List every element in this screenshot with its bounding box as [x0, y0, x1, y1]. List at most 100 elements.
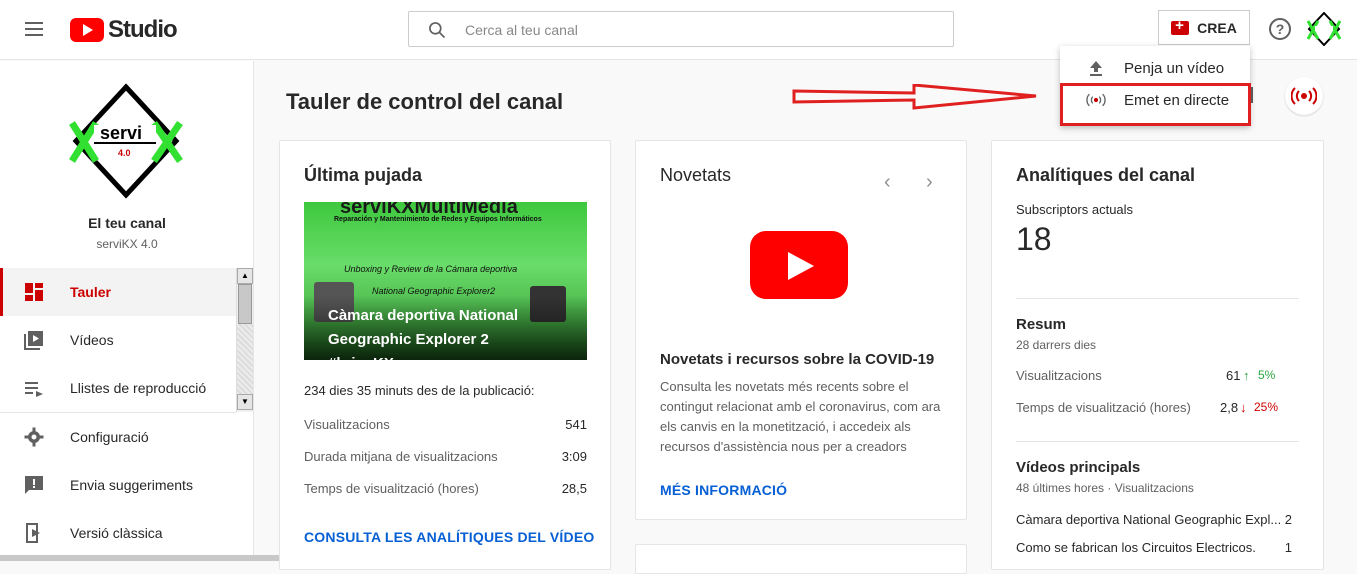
feedback-icon: [25, 476, 43, 494]
summary-value: 2,8: [1220, 400, 1239, 415]
more-info-link[interactable]: MÉS INFORMACIÓ: [660, 482, 787, 498]
channel-logo[interactable]: servi 4.0: [68, 83, 184, 199]
video-title: Càmara deportiva National Geographic Exp…: [328, 307, 519, 360]
summary-delta: 25%: [1254, 400, 1279, 414]
youtube-logo-icon: [70, 18, 104, 42]
svg-text:4.0: 4.0: [118, 148, 131, 158]
channel-name: serviKX 4.0: [96, 237, 158, 251]
card-title: Analítiques del canal: [1016, 165, 1196, 185]
top-videos-period: 48 últimes hores · Visualitzacions: [1016, 481, 1194, 495]
thumb-sub: Reparación y Mantenimiento de Redes y Eq…: [334, 216, 542, 223]
create-button[interactable]: CREA: [1158, 10, 1250, 45]
summary-delta: 5%: [1258, 368, 1276, 382]
sidebar-item-playlists[interactable]: Llistes de reproducció: [0, 364, 236, 412]
search-input[interactable]: [465, 19, 935, 41]
article-body: Consulta les novetats més recents sobre …: [660, 379, 941, 454]
scroll-thumb[interactable]: [238, 284, 252, 324]
summary-row: Visualitzacions 61 ↑ 5%: [1016, 368, 1281, 383]
subs-label: Subscriptors actuals: [1016, 202, 1134, 217]
summary-heading: Resum: [1016, 316, 1067, 333]
avatar[interactable]: [1306, 12, 1342, 46]
summary-label: Visualitzacions: [1016, 368, 1102, 383]
scroll-up-icon[interactable]: ▲: [237, 268, 253, 284]
chevron-left-icon[interactable]: ‹: [884, 171, 891, 194]
classic-icon: [26, 523, 40, 543]
sidebar-item-label: Versió clàssica: [70, 525, 163, 541]
stat-value: 3:09: [561, 449, 587, 464]
sidebar-scrollbar[interactable]: ▲ ▼: [236, 268, 253, 412]
create-label: CREA: [1197, 19, 1237, 36]
sidebar-item-label: Configuració: [70, 429, 149, 445]
since-published: 234 dies 35 minuts des de la publicació:: [304, 383, 535, 398]
chevron-right-icon[interactable]: ›: [926, 171, 933, 194]
scroll-down-icon[interactable]: ▼: [237, 394, 253, 410]
menu-item-upload-video[interactable]: Penja un vídeo: [1060, 52, 1250, 84]
sidebar-item-classic[interactable]: Versió clàssica: [0, 509, 236, 557]
stat-row: Visualitzacions 541: [304, 417, 587, 432]
help-icon[interactable]: ?: [1269, 18, 1291, 40]
gear-icon: [24, 427, 44, 447]
video-analytics-link[interactable]: CONSULTA LES ANALÍTIQUES DEL VÍDEO: [304, 529, 594, 545]
news-card-next: [635, 544, 967, 574]
sidebar-item-label: Vídeos: [70, 332, 114, 348]
live-icon: [1291, 87, 1317, 105]
stat-label: Durada mitjana de visualitzacions: [304, 449, 498, 464]
channel-analytics-card: Analítiques del canal Subscriptors actua…: [991, 140, 1324, 570]
annotation-arrow-icon: [792, 84, 1037, 110]
news-card: Novetats ‹ › Novetats i recursos sobre l…: [635, 140, 967, 520]
sidebar-item-settings[interactable]: Configuració: [0, 413, 236, 461]
sidebar-item-videos[interactable]: Vídeos: [0, 316, 236, 364]
scroll-track[interactable]: [237, 324, 253, 394]
sidebar-item-dashboard[interactable]: Tauler: [0, 268, 236, 316]
stat-label: Temps de visualització (hores): [304, 481, 479, 496]
arrow-down-icon: ↓: [1240, 400, 1247, 415]
highlight-box: [1060, 83, 1251, 126]
arrow-up-icon: ↑: [1243, 368, 1250, 383]
studio-logo[interactable]: Studio: [70, 16, 178, 44]
stat-row: Temps de visualització (hores) 28,5: [304, 481, 587, 496]
top-video-row[interactable]: Càmara deportiva National Geographic Exp…: [1016, 512, 1292, 527]
stat-value: 541: [565, 417, 587, 432]
playlists-icon: [25, 382, 43, 397]
sidebar-nav: Tauler Vídeos Llistes de reproducció Con…: [0, 268, 236, 557]
sidebar-item-feedback[interactable]: Envia suggeriments: [0, 461, 236, 509]
search-icon[interactable]: [427, 20, 447, 40]
menu-icon[interactable]: [22, 18, 46, 42]
upload-icon: [1090, 61, 1102, 76]
page-title: Tauler de control del canal: [286, 89, 564, 114]
stat-label: Visualitzacions: [304, 417, 390, 432]
divider: [1016, 441, 1299, 442]
sidebar-item-label: Tauler: [70, 284, 111, 300]
svg-text:servi: servi: [100, 123, 142, 143]
summary-value: 61: [1226, 368, 1241, 383]
summary-label: Temps de visualització (hores): [1016, 400, 1191, 415]
create-video-icon: [1171, 17, 1190, 35]
logo-text: Studio: [108, 16, 178, 43]
go-live-button[interactable]: [1285, 77, 1323, 115]
videos-icon: [24, 331, 43, 350]
summary-period: 28 darrers dies: [1016, 338, 1097, 352]
card-title: Novetats: [660, 165, 732, 185]
top-video-views: 1: [1284, 540, 1292, 555]
top-video-title: Càmara deportiva National Geographic Exp…: [1016, 512, 1282, 527]
dashboard-icon: [25, 283, 43, 301]
top-video-views: 2: [1284, 512, 1292, 527]
article-title: Novetats i recursos sobre la COVID-19: [660, 351, 935, 368]
menu-item-label: Penja un vídeo: [1124, 59, 1225, 77]
sidebar-item-label: Llistes de reproducció: [70, 380, 207, 396]
card-title: Última pujada: [304, 165, 423, 185]
search-box[interactable]: [408, 11, 954, 47]
divider: [1016, 298, 1299, 299]
stat-row: Durada mitjana de visualitzacions 3:09: [304, 449, 587, 464]
sidebar: servi 4.0 El teu canal serviKX 4.0 Taule…: [0, 61, 254, 561]
summary-row: Temps de visualització (hores) 2,8 ↓ 25%: [1016, 400, 1281, 415]
latest-upload-card: Última pujada serviKXMultiMedia Reparaci…: [279, 140, 611, 570]
channel-title: El teu canal: [88, 215, 166, 231]
youtube-play-icon: [750, 231, 848, 299]
subs-value: 18: [1016, 221, 1052, 257]
top-video-row[interactable]: Como se fabrican los Circuitos Electrico…: [1016, 540, 1292, 555]
stat-value: 28,5: [561, 481, 587, 496]
sidebar-item-label: Envia suggeriments: [70, 477, 193, 493]
video-thumbnail[interactable]: serviKXMultiMedia Reparación y Mantenimi…: [304, 202, 587, 360]
top-video-title: Como se fabrican los Circuitos Electrico…: [1016, 540, 1256, 555]
